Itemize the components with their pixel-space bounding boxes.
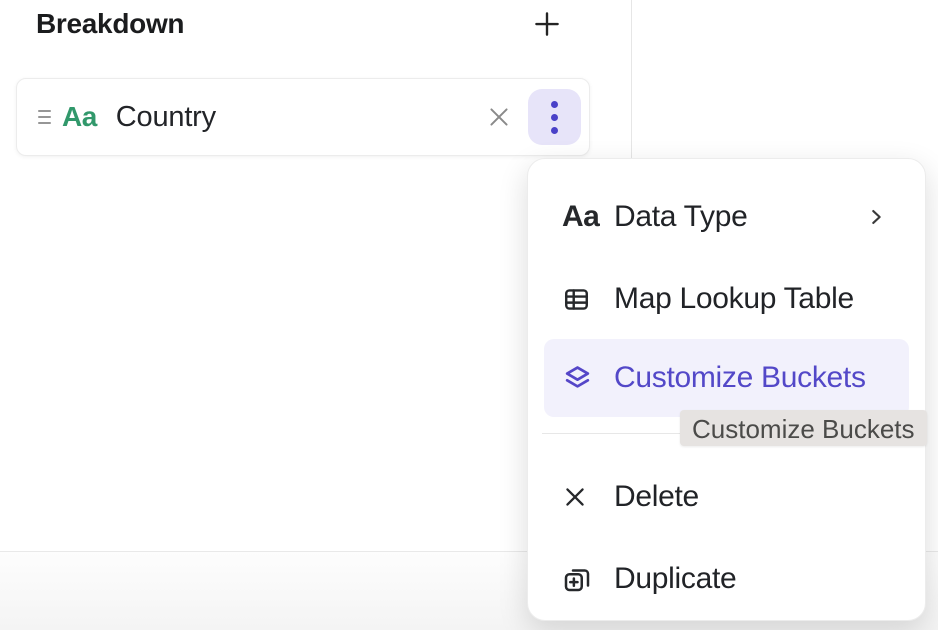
table-icon [562, 285, 598, 314]
menu-item-data-type[interactable]: Aa Data Type [544, 187, 909, 247]
menu-item-label: Delete [614, 480, 699, 514]
menu-item-duplicate[interactable]: Duplicate [544, 549, 909, 609]
remove-field-button[interactable] [482, 100, 516, 134]
menu-item-label: Map Lookup Table [614, 282, 854, 316]
field-name-label: Country [116, 101, 216, 134]
menu-item-label: Duplicate [614, 562, 736, 596]
page-title: Breakdown [36, 8, 184, 40]
menu-item-delete[interactable]: Delete [544, 467, 909, 527]
chevron-right-icon [865, 206, 887, 228]
plus-icon [532, 9, 562, 39]
layers-icon [562, 363, 598, 394]
kebab-menu-icon [551, 101, 558, 134]
field-options-button[interactable] [528, 89, 581, 145]
add-breakdown-button[interactable] [528, 5, 566, 43]
drag-handle-icon[interactable] [38, 110, 51, 124]
close-icon [486, 104, 512, 130]
breakdown-field-card[interactable]: Aa Country [16, 78, 590, 156]
menu-item-customize-buckets[interactable]: Customize Buckets [544, 339, 909, 417]
field-context-menu: Aa Data Type Map Lookup Table Cust [527, 158, 926, 621]
menu-item-label: Data Type [614, 200, 748, 234]
menu-item-label: Customize Buckets [614, 361, 866, 395]
menu-item-map-lookup-table[interactable]: Map Lookup Table [544, 269, 909, 329]
text-format-icon: Aa [562, 200, 598, 234]
customize-buckets-tooltip: Customize Buckets [680, 410, 927, 446]
field-type-icon: Aa [62, 101, 97, 133]
copy-plus-icon [562, 564, 598, 594]
x-icon [562, 484, 598, 510]
